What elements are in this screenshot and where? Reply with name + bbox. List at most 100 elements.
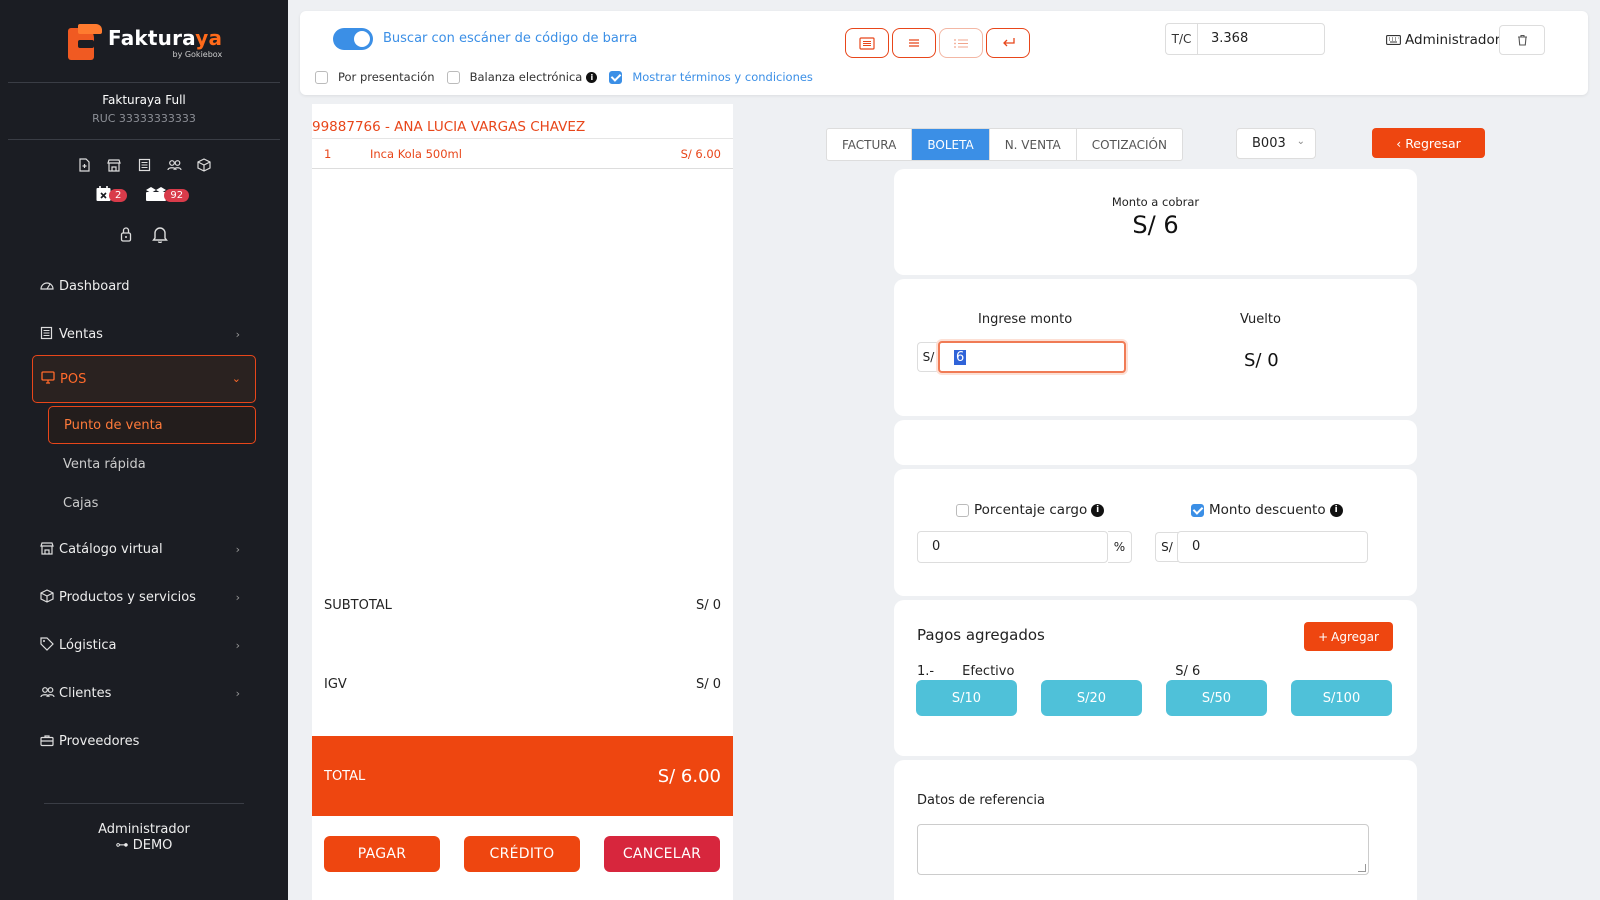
store-icon[interactable] [106, 158, 122, 174]
exchange-rate-label: T/C [1165, 23, 1197, 55]
brand-tagline: by Gokiebox [172, 49, 223, 59]
bell-icon[interactable] [152, 226, 168, 247]
subtotal-label: SUBTOTAL [324, 598, 392, 613]
chevron-right-icon: › [235, 687, 240, 700]
sidebar-item-catalogo-virtual[interactable]: Catálogo virtual › [0, 525, 288, 574]
info-icon[interactable]: i [586, 71, 598, 83]
document-type-tabs: FACTURA BOLETA N. VENTA COTIZACIÓN [826, 128, 1183, 161]
presentation-checkbox[interactable] [315, 70, 328, 84]
option-checkboxes: Por presentación Balanza electrónica i M… [315, 70, 813, 84]
ticket-item-row[interactable]: 1 Inca Kola 500ml S/ 6.00 [312, 140, 733, 168]
sidebar-item-dashboard[interactable]: Dashboard [0, 262, 288, 311]
sidebar-subitem-punto-de-venta[interactable]: Punto de venta [48, 406, 256, 444]
box-icon[interactable] [196, 158, 212, 174]
item-price: S/ 6.00 [680, 147, 721, 161]
list-view-button[interactable] [892, 28, 936, 58]
divider [312, 168, 733, 169]
cancel-button[interactable]: CANCELAR [604, 836, 720, 872]
grid-view-button[interactable] [845, 28, 889, 58]
sidebar-item-label: Productos y servicios [59, 590, 196, 605]
quick-amount-50-button[interactable]: S/50 [1166, 680, 1267, 716]
list-icon[interactable] [136, 158, 152, 174]
payments-card: Pagos agregados + Agregar 1.- Efectivo S… [894, 600, 1417, 756]
keyboard-icon [1386, 35, 1401, 45]
cash-amount-input[interactable]: 6 [938, 341, 1126, 373]
amount-label: Monto a cobrar [1111, 195, 1200, 209]
chevron-right-icon: › [235, 543, 240, 556]
sidebar: Fakturaya by Gokiebox Fakturaya Full RUC… [0, 0, 288, 900]
brand-logo[interactable]: Fakturaya by Gokiebox [68, 24, 222, 62]
pay-button[interactable]: PAGAR [324, 836, 440, 872]
discount-currency-prefix: S/ [1155, 532, 1178, 562]
sidebar-item-logistica[interactable]: Lógistica › [0, 621, 288, 670]
customer-name[interactable]: 99887766 - ANA LUCIA VARGAS CHAVEZ [312, 119, 585, 135]
tab-factura[interactable]: FACTURA [827, 129, 913, 160]
sidebar-item-label: Dashboard [59, 279, 130, 294]
barcode-scanner-toggle[interactable] [333, 28, 373, 50]
back-button[interactable]: ‹ Regresar [1372, 128, 1485, 158]
reference-textarea[interactable] [917, 824, 1369, 875]
info-icon[interactable]: i [1329, 503, 1343, 517]
sidebar-subitem-label: Venta rápida [63, 456, 146, 472]
calendar-alert[interactable]: 2 [94, 186, 128, 204]
item-qty: 1 [324, 147, 332, 161]
tab-cotizacion[interactable]: COTIZACIÓN [1077, 129, 1182, 160]
item-name: Inca Kola 500ml [370, 147, 462, 161]
sidebar-item-proveedores[interactable]: Proveedores [0, 717, 288, 766]
clear-button[interactable] [1499, 25, 1545, 55]
charge-percent-checkbox[interactable] [956, 503, 969, 517]
sidebar-item-pos[interactable]: POS ⌄ [32, 355, 256, 403]
utility-icons [120, 226, 168, 247]
user-menu-label: Administrador [1405, 32, 1501, 48]
scale-checkbox[interactable] [446, 70, 460, 84]
payment-row[interactable]: 1.- Efectivo S/ 6 [917, 664, 1200, 679]
empty-card [894, 420, 1417, 465]
user-menu[interactable]: Administrador [1386, 32, 1500, 48]
dashboard-icon [40, 279, 56, 294]
users-icon[interactable] [166, 158, 182, 174]
sidebar-item-clientes[interactable]: Clientes › [0, 669, 288, 718]
back-button-label: Regresar [1405, 135, 1461, 151]
view-buttons [845, 28, 1030, 58]
tab-boleta[interactable]: BOLETA [912, 129, 990, 160]
terms-checkbox[interactable] [609, 70, 623, 84]
reference-label: Datos de referencia [917, 793, 1045, 808]
brand-name: Fakturaya [108, 25, 223, 50]
divider [8, 82, 280, 83]
sidebar-subitem-venta-rapida[interactable]: Venta rápida [48, 445, 256, 483]
chevron-right-icon: › [235, 328, 240, 341]
chevron-left-icon: ‹ [1396, 135, 1402, 151]
info-icon[interactable]: i [1091, 503, 1105, 517]
quick-shortcuts [76, 158, 212, 174]
bars-icon [909, 39, 919, 47]
sidebar-user[interactable]: Administrador ⊶ DEMO [0, 822, 288, 854]
detail-list-button[interactable] [939, 28, 983, 58]
lock-icon[interactable] [120, 226, 132, 247]
sidebar-subitem-cajas[interactable]: Cajas [48, 484, 256, 522]
series-select[interactable]: B003 ⌄ [1236, 128, 1316, 159]
change-label: Vuelto [1240, 312, 1281, 327]
total-label: TOTAL [324, 768, 366, 784]
sidebar-user-env: ⊶ DEMO [115, 838, 173, 853]
credit-button[interactable]: CRÉDITO [464, 836, 580, 872]
stock-alert[interactable]: 92 [145, 186, 190, 204]
discount-amount-input[interactable]: 0 [1177, 531, 1368, 563]
charge-percent-label: Porcentaje cargo [974, 502, 1088, 518]
new-document-icon[interactable] [76, 158, 92, 174]
tab-nota-venta[interactable]: N. VENTA [990, 129, 1077, 160]
sidebar-item-productos[interactable]: Productos y servicios › [0, 573, 288, 622]
quick-amount-20-button[interactable]: S/20 [1041, 680, 1142, 716]
quick-amount-10-button[interactable]: S/10 [916, 680, 1017, 716]
igv-label: IGV [324, 677, 347, 692]
discount-checkbox[interactable] [1191, 503, 1204, 517]
presentation-label: Por presentación [338, 70, 435, 84]
quick-amount-100-button[interactable]: S/100 [1291, 680, 1392, 716]
chevron-down-icon: ⌄ [1296, 136, 1305, 147]
exchange-rate-input[interactable]: 3.368 [1197, 23, 1325, 55]
add-payment-button[interactable]: + Agregar [1304, 622, 1393, 651]
enter-button[interactable] [986, 28, 1030, 58]
charge-percent-input[interactable]: 0 [917, 531, 1108, 563]
sidebar-item-ventas[interactable]: Ventas › [0, 310, 288, 359]
users-icon [40, 685, 56, 702]
amount-value: S/ 6 [1132, 211, 1179, 239]
